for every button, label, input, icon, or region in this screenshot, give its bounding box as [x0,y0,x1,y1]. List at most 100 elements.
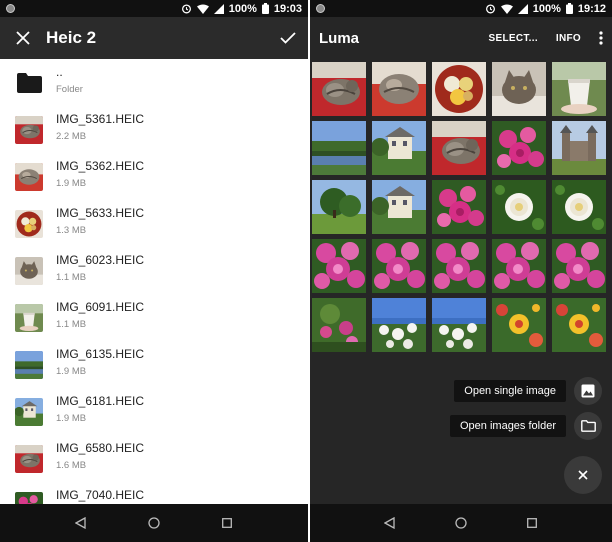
navigation-bar [310,504,612,542]
file-size: 1.9 MB [56,366,87,377]
wifi-icon [500,4,513,14]
battery-percent: 100% [228,2,257,15]
alarm-icon [485,3,496,14]
photo-thumbnail[interactable] [552,180,606,234]
file-thumbnail [15,303,43,332]
file-row[interactable]: IMG_5361.HEIC 2.2 MB [0,106,308,153]
select-button[interactable]: SELECT... [480,17,547,59]
folder-icon [17,72,42,93]
parent-folder-type: Folder [56,84,83,95]
photo-thumbnail[interactable] [432,298,486,352]
luma-gallery-screen: 100% 19:12 Luma SELECT... INFO Open sing… [310,0,612,542]
back-button[interactable] [66,508,96,538]
file-row[interactable]: IMG_5633.HEIC 1.3 MB [0,200,308,247]
photo-thumbnail[interactable] [492,62,546,116]
open-images-folder-button[interactable] [574,412,602,440]
file-size: 1.9 MB [56,413,87,424]
file-row[interactable]: IMG_6181.HEIC 1.9 MB [0,388,308,435]
photo-thumbnail[interactable] [372,239,426,293]
recents-square-icon [527,518,538,528]
photo-thumbnail[interactable] [432,121,486,175]
photo-thumbnail[interactable] [312,239,366,293]
close-fab-button[interactable] [564,456,602,494]
status-bar: 100% 19:03 [0,0,308,17]
photo-thumbnail[interactable] [492,121,546,175]
file-row[interactable]: IMG_7040.HEIC [0,482,308,504]
file-size: 2.2 MB [56,131,87,142]
file-row[interactable]: IMG_6091.HEIC 1.1 MB [0,294,308,341]
status-bar: 100% 19:12 [310,0,612,17]
photo-thumbnail[interactable] [372,180,426,234]
open-single-image-action[interactable]: Open single image [454,377,612,405]
file-row[interactable]: IMG_6135.HEIC 1.9 MB [0,341,308,388]
file-name: IMG_6181.HEIC [56,394,145,408]
recents-square-icon [222,518,233,528]
home-button[interactable] [139,508,169,538]
photo-thumbnail[interactable] [492,298,546,352]
photo-thumbnail[interactable] [372,62,426,116]
file-row[interactable]: IMG_6580.HEIC 1.6 MB [0,435,308,482]
home-button[interactable] [446,508,476,538]
photo-thumbnail[interactable] [432,62,486,116]
photo-thumbnail[interactable] [432,239,486,293]
photo-thumbnail[interactable] [312,121,366,175]
camera-dot-icon [6,4,15,13]
back-triangle-icon [75,517,86,529]
file-thumbnail [15,491,43,504]
recents-button[interactable] [517,508,547,538]
photo-thumbnail[interactable] [312,180,366,234]
file-thumbnail [15,397,43,426]
battery-percent: 100% [532,2,561,15]
file-picker-screen: 100% 19:03 Heic 2 .. Folder IMG_5361.HEI… [0,0,308,542]
app-bar: Luma SELECT... INFO [310,17,612,59]
close-button[interactable] [0,17,46,59]
file-thumbnail [15,350,43,379]
close-icon [578,470,588,480]
battery-icon [261,3,269,14]
open-images-folder-action[interactable]: Open images folder [450,412,612,440]
file-thumbnail [15,444,43,473]
file-size: 1.6 MB [56,460,87,471]
check-icon [280,32,296,44]
parent-folder-row[interactable]: .. Folder [0,59,308,106]
file-name: IMG_6580.HEIC [56,441,145,455]
wifi-icon [196,4,209,14]
navigation-bar [0,504,308,542]
signal-icon [517,3,528,14]
photo-thumbnail[interactable] [492,239,546,293]
photo-thumbnail[interactable] [552,62,606,116]
file-list: .. Folder IMG_5361.HEIC 2.2 MB IMG_5362.… [0,59,308,504]
signal-icon [213,3,224,14]
file-name: IMG_6023.HEIC [56,253,145,267]
photo-thumbnail[interactable] [552,121,606,175]
open-single-image-label[interactable]: Open single image [454,380,566,402]
photo-thumbnail[interactable] [552,239,606,293]
file-row[interactable]: IMG_5362.HEIC 1.9 MB [0,153,308,200]
info-button[interactable]: INFO [547,17,590,59]
open-single-image-button[interactable] [574,377,602,405]
open-images-folder-label[interactable]: Open images folder [450,415,566,437]
photo-thumbnail[interactable] [372,298,426,352]
close-icon [16,31,30,45]
confirm-button[interactable] [268,17,308,59]
more-vert-icon [599,31,603,45]
parent-folder-name: .. [56,65,63,79]
clock: 19:12 [577,2,606,15]
file-name: IMG_6091.HEIC [56,300,145,314]
photo-thumbnail[interactable] [372,121,426,175]
camera-dot-icon [316,4,325,13]
recents-button[interactable] [212,508,242,538]
photo-thumbnail[interactable] [312,62,366,116]
photo-thumbnail[interactable] [492,180,546,234]
alarm-icon [181,3,192,14]
photo-thumbnail[interactable] [312,298,366,352]
file-name: IMG_5633.HEIC [56,206,145,220]
home-circle-icon [148,517,160,529]
photo-thumbnail[interactable] [552,298,606,352]
overflow-menu-button[interactable] [590,17,612,59]
photo-thumbnail[interactable] [432,180,486,234]
file-thumbnail [15,256,43,285]
photo-grid [312,62,610,359]
back-button[interactable] [375,508,405,538]
file-row[interactable]: IMG_6023.HEIC 1.1 MB [0,247,308,294]
